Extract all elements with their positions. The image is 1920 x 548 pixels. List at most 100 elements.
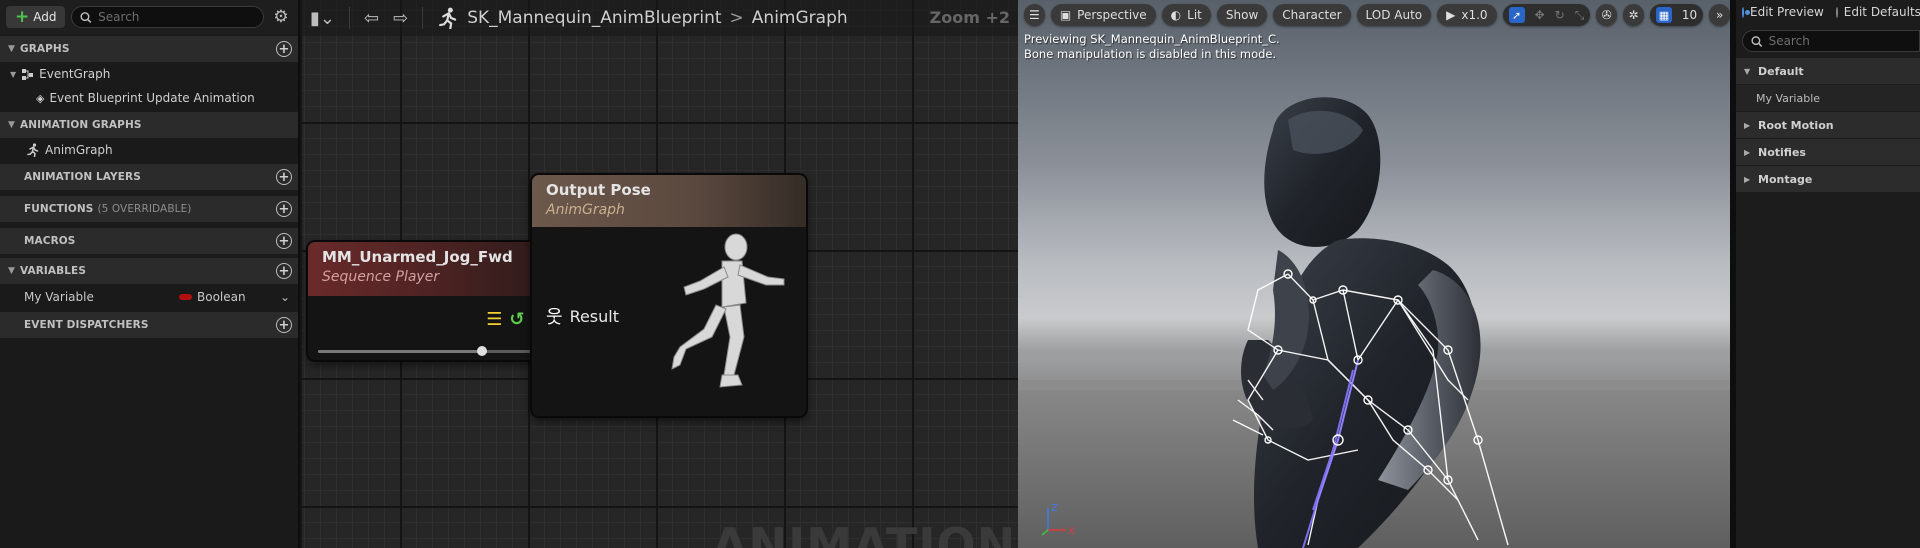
grid-icon[interactable]: ▦ [1655,7,1672,23]
hamburger-icon: ☰ [1029,8,1040,22]
bookmark-icon[interactable]: ▮⌄ [310,8,335,29]
add-function-button[interactable]: + [276,201,292,217]
forward-arrow-icon[interactable]: ⇨ [393,8,408,29]
perspective-button[interactable]: ▣ Perspective [1050,4,1156,26]
category-label: Montage [1758,172,1813,186]
section-graphs[interactable]: ▼ GRAPHS + [0,36,298,62]
section-event-dispatchers[interactable]: EVENT DISPATCHERS + [0,312,298,338]
perspective-label: Perspective [1077,8,1147,22]
grid-snap-group[interactable]: ▦ 10 [1649,4,1704,26]
tree-item-animgraph[interactable]: AnimGraph [0,138,298,162]
category-label: Default [1758,64,1804,78]
edit-defaults-radio[interactable] [1835,6,1838,18]
edit-preview-radio[interactable] [1742,6,1750,18]
axis-x-label: X [1068,526,1075,537]
category-notifies[interactable]: ▶ Notifies [1736,139,1920,165]
collapse-arrow-icon: ▼ [10,69,17,79]
category-default[interactable]: ▼ Default [1736,58,1920,84]
breadcrumb-asset[interactable]: SK_Mannequin_AnimBlueprint [467,8,721,28]
chevron-down-icon[interactable]: ⌄ [280,290,290,304]
section-animation-layers[interactable]: ANIMATION LAYERS + [0,164,298,190]
anim-preview-editor-panel: Edit Preview Edit Defaults ▼ Default My … [1730,0,1920,548]
tree-item-label: AnimGraph [45,143,113,157]
node-title: MM_Unarmed_Jog_Fwd [322,248,513,266]
category-root-motion[interactable]: ▶ Root Motion [1736,112,1920,138]
section-functions[interactable]: FUNCTIONS (5 OVERRIDABLE) + [0,196,298,222]
section-macros[interactable]: MACROS + [0,228,298,254]
section-animation-graphs[interactable]: ▼ ANIMATION GRAPHS [0,112,298,138]
show-button[interactable]: Show [1216,4,1268,26]
node-header: Output Pose AnimGraph [532,175,806,227]
play-icon: ▶ [1446,8,1456,22]
tree-item-event-update[interactable]: ◈ Event Blueprint Update Animation [0,86,298,110]
tree-item-eventgraph[interactable]: ▼ EventGraph [0,62,298,86]
add-button-label: Add [33,10,57,24]
sequence-player-node[interactable]: MM_Unarmed_Jog_Fwd Sequence Player ☰ ↺ 웃 [308,242,558,360]
result-pin-label: Result [569,306,619,326]
mannequin-pose-icon [671,233,785,388]
add-macro-button[interactable]: + [276,233,292,249]
preview-viewport[interactable]: ☰ ▣ Perspective ◐ Lit Show Character LOD A… [1018,0,1730,548]
pose-input-pin-icon[interactable]: 웃 [546,303,563,329]
collapse-arrow-icon: ▼ [1744,66,1751,76]
character-button[interactable]: Character [1273,4,1351,26]
expand-arrow-icon: ▶ [1744,147,1751,157]
scale-icon[interactable]: ⤡ [1575,8,1585,23]
playback-speed-button[interactable]: ▶ x1.0 [1437,4,1497,26]
details-search-input[interactable] [1768,34,1911,48]
slider-handle[interactable] [477,346,488,356]
coordinate-space-button[interactable]: ✇ [1596,4,1618,26]
result-pin[interactable]: 웃 Result [546,303,619,329]
add-graph-button[interactable]: + [276,41,292,57]
functions-overridable-count: (5 OVERRIDABLE) [97,203,192,215]
details-search[interactable] [1742,30,1920,52]
running-figure-icon [439,7,457,29]
variable-row[interactable]: My Variable Boolean ⌄ [0,284,298,310]
anim-graph-canvas[interactable]: ANIMATION ▮⌄ ⇦ ⇨ SK_Mannequin_AnimBluepr… [302,0,1018,548]
output-pose-node[interactable]: Output Pose AnimGraph 웃 Result [532,175,806,416]
property-name: My Variable [1756,91,1821,105]
breadcrumb-graph[interactable]: AnimGraph [752,8,848,28]
category-montage[interactable]: ▶ Montage [1736,166,1920,192]
category-label: Root Motion [1758,118,1834,132]
viewport-overflow-button[interactable]: » [1709,4,1730,26]
lod-button[interactable]: LOD Auto [1356,4,1432,26]
section-variables[interactable]: ▼ VARIABLES + [0,258,298,284]
my-blueprint-search[interactable] [71,6,264,28]
add-event-dispatcher-button[interactable]: + [276,317,292,333]
play-position-slider[interactable] [318,346,546,356]
settings-button[interactable]: ⚙ [270,6,292,28]
add-animation-layer-button[interactable]: + [276,169,292,185]
list-icon[interactable]: ☰ [486,309,502,330]
graph-watermark: ANIMATION [712,518,1017,548]
select-cursor-icon[interactable]: ➚ [1508,7,1525,23]
collapse-arrow-icon: ▼ [8,266,16,276]
variable-type[interactable]: Boolean [197,290,280,304]
character-label: Character [1282,8,1342,22]
event-diamond-icon: ◈ [36,91,45,105]
back-arrow-icon[interactable]: ⇦ [364,8,379,29]
my-blueprint-toolbar: + Add ⚙ [0,0,298,34]
property-row[interactable]: My Variable [1736,85,1920,111]
node-title: Output Pose [546,181,651,199]
variable-type-pill [179,294,192,300]
loop-arrow-icon[interactable]: ↺ [509,309,524,330]
running-figure-icon [27,143,39,157]
viewport-message-line: Previewing SK_Mannequin_AnimBlueprint_C. [1024,32,1280,46]
breadcrumb: SK_Mannequin_AnimBlueprint > AnimGraph [437,7,848,29]
viewport-menu-button[interactable]: ☰ [1024,4,1045,26]
add-variable-button[interactable]: + [276,263,292,279]
rotate-icon[interactable]: ↻ [1555,8,1565,22]
lit-button[interactable]: ◐ Lit [1161,4,1211,26]
edit-defaults-label[interactable]: Edit Defaults [1844,5,1920,19]
snap-icon: ✲ [1628,8,1639,22]
collapse-arrow-icon: ▼ [8,44,16,54]
add-button[interactable]: + Add [6,6,66,28]
move-icon[interactable]: ✥ [1535,8,1545,22]
section-variables-label: VARIABLES [20,265,86,277]
surface-snap-button[interactable]: ✲ [1623,4,1644,26]
search-input[interactable] [98,10,255,24]
viewport-message-line: Bone manipulation is disabled in this mo… [1024,47,1277,61]
edit-preview-label[interactable]: Edit Preview [1750,5,1824,19]
grid-snap-value: 10 [1681,8,1698,22]
